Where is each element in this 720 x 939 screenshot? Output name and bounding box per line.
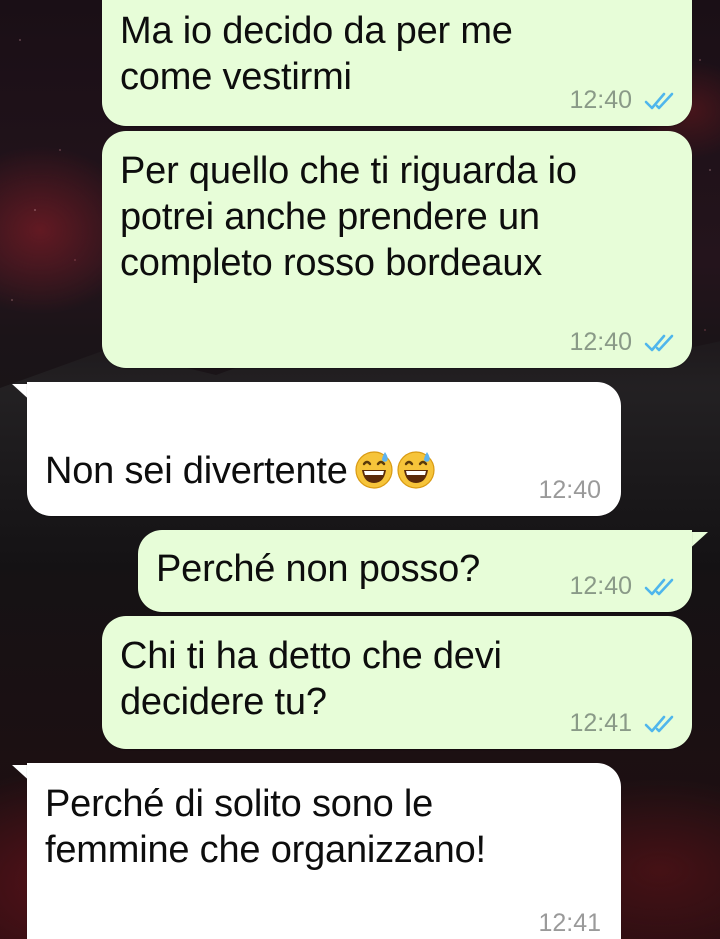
message-bubble-incoming[interactable]: Perché di solito sono le femmine che org…	[27, 763, 621, 939]
chat-thread[interactable]: Ma io decido da per me come vestirmi 12:…	[0, 0, 720, 939]
message-bubble-outgoing[interactable]: Chi ti ha detto che devi decidere tu? 12…	[102, 616, 692, 749]
message-time: 12:40	[569, 328, 632, 356]
message-time: 12:40	[538, 476, 601, 504]
read-ticks-icon	[644, 578, 674, 596]
message-text: Ma io decido da per me come vestirmi	[120, 10, 513, 98]
message-time: 12:40	[569, 86, 632, 114]
message-text: Per quello che ti riguarda io potrei anc…	[120, 150, 577, 284]
message-bubble-outgoing[interactable]: Perché non posso? 12:40	[138, 530, 692, 612]
message-text-content: Non sei divertente	[45, 450, 348, 492]
message-time: 12:41	[569, 709, 632, 737]
message-bubble-outgoing[interactable]: Per quello che ti riguarda io potrei anc…	[102, 131, 692, 368]
message-bubble-incoming[interactable]: Non sei divertente 12:40	[27, 382, 621, 516]
message-text: Non sei divertente	[45, 402, 436, 494]
message-time: 12:40	[569, 572, 632, 600]
read-ticks-icon	[644, 92, 674, 110]
message-bubble-outgoing[interactable]: Ma io decido da per me come vestirmi 12:…	[102, 0, 692, 126]
grinning-face-with-sweat-emoji	[397, 451, 435, 489]
message-text: Perché di solito sono le femmine che org…	[45, 783, 486, 871]
message-text: Chi ti ha detto che devi decidere tu?	[120, 635, 502, 723]
grinning-face-with-sweat-emoji	[355, 451, 393, 489]
read-ticks-icon	[644, 334, 674, 352]
read-ticks-icon	[644, 715, 674, 733]
message-text: Perché non posso?	[156, 548, 481, 590]
message-time: 12:41	[538, 909, 601, 937]
